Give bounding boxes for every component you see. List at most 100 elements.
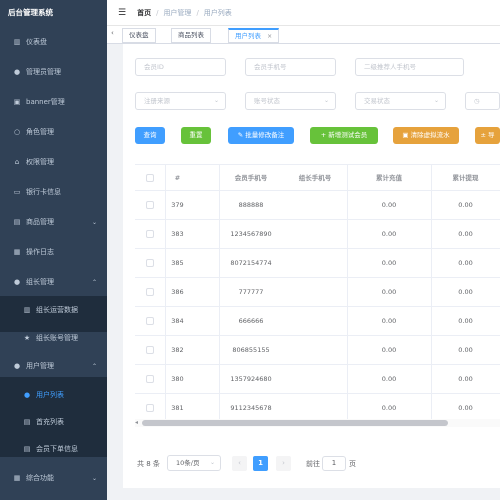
user-icon: ●: [13, 68, 21, 76]
cell-total-recharge: 0.00: [381, 230, 397, 238]
sidebar-item-member-orders[interactable]: ▤ 会员下单信息: [0, 440, 107, 458]
row-checkbox[interactable]: [146, 346, 154, 354]
date-range-picker[interactable]: ◷: [465, 92, 500, 110]
row-checkbox[interactable]: [146, 201, 154, 209]
table-row[interactable]: 386 777777 0.00 0.00: [135, 278, 500, 307]
table-row[interactable]: 383 1234567890 0.00 0.00: [135, 220, 500, 249]
sidebar-item-logs[interactable]: ▦ 操作日志: [0, 243, 107, 261]
hamburger-icon[interactable]: ☰: [118, 8, 126, 18]
sidebar-item-general[interactable]: ▦ 综合功能 ⌄: [0, 469, 107, 487]
sidebar-item-admins[interactable]: ● 管理员管理: [0, 63, 107, 81]
row-checkbox[interactable]: [146, 288, 154, 296]
cell-leader-phone: [283, 278, 347, 307]
cell-member-phone: 1234567890: [230, 230, 272, 238]
table-row[interactable]: 385 8072154774 0.00 0.00: [135, 249, 500, 278]
sidebar-item-label: 组长管理: [26, 278, 54, 286]
cell-total-withdraw: 0.00: [458, 375, 473, 383]
chevron-down-icon: ⌄: [433, 97, 439, 104]
page-number-current[interactable]: 1: [253, 456, 268, 471]
image-icon: ▣: [13, 98, 21, 106]
reset-button[interactable]: 重置: [181, 127, 211, 144]
export-button[interactable]: ± 导: [475, 127, 500, 144]
sidebar-item-first-recharge[interactable]: ▤ 首充列表: [0, 413, 107, 431]
sidebar-item-leader-accounts[interactable]: ★ 组长账号管理: [0, 329, 107, 347]
row-checkbox[interactable]: [146, 375, 154, 383]
button-label: 清除虚拟流水: [410, 131, 450, 139]
clear-virtual-flow-button[interactable]: ▣ 清除虚拟流水: [393, 127, 459, 144]
cell-total-withdraw: 0.00: [458, 317, 473, 325]
goods-icon: ▤: [13, 218, 21, 226]
sidebar-item-roles[interactable]: ○ 角色管理: [0, 123, 107, 141]
select-all-checkbox[interactable]: [146, 174, 154, 182]
column-header-leader-phone[interactable]: 组长手机号: [283, 165, 347, 191]
column-header-total-withdraw[interactable]: 累计提现: [431, 165, 500, 191]
tab-label: 用户列表: [235, 32, 261, 40]
breadcrumb-separator: /: [156, 8, 159, 17]
cell-leader-phone: [283, 365, 347, 394]
cell-member-phone: 888888: [238, 201, 264, 209]
page-size-select[interactable]: 10条/页 ⌄: [167, 455, 221, 471]
cell-total-withdraw: 0.00: [458, 230, 473, 238]
search-button[interactable]: 查询: [135, 127, 165, 144]
chevron-down-icon: ⌄: [209, 459, 215, 466]
table-row[interactable]: 380 1357924680 0.00 0.00: [135, 365, 500, 394]
register-source-select[interactable]: 注册来源 ⌄: [135, 92, 226, 110]
list-icon: ▤: [23, 445, 31, 453]
table-row[interactable]: 384 666666 0.00 0.00: [135, 307, 500, 336]
sidebar-item-dashboard[interactable]: ▥ 仪表盘: [0, 33, 107, 51]
close-icon[interactable]: ×: [267, 33, 272, 40]
batch-edit-remark-button[interactable]: ✎ 批量修改备注: [228, 127, 294, 144]
add-test-member-button[interactable]: + 新增测试会员: [310, 127, 378, 144]
cell-id: 382: [171, 346, 184, 354]
cell-member-phone: 806855155: [232, 346, 270, 354]
sidebar-item-leader-ops[interactable]: ▥ 组长运营数据: [0, 301, 107, 319]
sidebar-item-label: 综合功能: [26, 474, 54, 482]
row-checkbox[interactable]: [146, 404, 154, 412]
row-checkbox[interactable]: [146, 317, 154, 325]
trade-status-select[interactable]: 交易状态 ⌄: [355, 92, 446, 110]
member-id-input[interactable]: 会员ID: [135, 58, 226, 76]
tab-dashboard[interactable]: 仪表盘: [122, 28, 156, 43]
column-header-member-phone[interactable]: 会员手机号: [219, 165, 283, 191]
tab-user-list[interactable]: 用户列表 ×: [228, 28, 280, 43]
horizontal-scrollbar-thumb[interactable]: [142, 420, 448, 426]
account-status-select[interactable]: 账号状态 ⌄: [245, 92, 336, 110]
scroll-left-icon[interactable]: ◂: [135, 419, 138, 426]
pagination-total: 共 8 条: [137, 460, 160, 468]
member-phone-input[interactable]: 会员手机号: [245, 58, 336, 76]
goto-page-input[interactable]: 1: [322, 456, 346, 471]
column-header-index: #: [174, 174, 181, 182]
tab-goods-list[interactable]: 商品列表: [171, 28, 211, 43]
cell-leader-phone: [283, 307, 347, 336]
table-row[interactable]: 382 806855155 0.00 0.00: [135, 336, 500, 365]
chevron-down-icon: ⌄: [91, 218, 97, 226]
table-row[interactable]: 379 888888 0.00 0.00: [135, 191, 500, 220]
select-placeholder: 账号状态: [254, 97, 280, 105]
sidebar-item-users[interactable]: ● 用户管理 ⌃: [0, 357, 107, 375]
sidebar-item-permissions[interactable]: ⌂ 权限管理: [0, 153, 107, 171]
cell-id: 379: [171, 201, 184, 209]
next-page-button[interactable]: ›: [276, 456, 291, 471]
chevron-left-icon[interactable]: ‹: [111, 29, 114, 37]
cell-total-recharge: 0.00: [381, 288, 397, 296]
sidebar-item-banner[interactable]: ▣ banner管理: [0, 93, 107, 111]
cell-total-recharge: 0.00: [381, 201, 397, 209]
button-label: 新增测试会员: [328, 131, 368, 139]
referrer-phone-input[interactable]: 二级推荐人手机号: [355, 58, 464, 76]
bar-chart-icon: ▥: [23, 306, 31, 314]
column-header-total-recharge[interactable]: 累计充值: [347, 165, 431, 191]
sidebar-item-goods[interactable]: ▤ 商品管理 ⌄: [0, 213, 107, 231]
sidebar-item-label: 银行卡信息: [26, 188, 61, 196]
sidebar-item-bank-cards[interactable]: ▭ 银行卡信息: [0, 183, 107, 201]
sidebar-item-label: 组长账号管理: [36, 334, 78, 342]
sidebar-item-leaders[interactable]: ● 组长管理 ⌃: [0, 273, 107, 291]
button-label: 导: [488, 131, 495, 139]
prev-page-button[interactable]: ‹: [232, 456, 247, 471]
sidebar-item-user-list[interactable]: ● 用户列表: [0, 386, 107, 404]
button-label: 批量修改备注: [245, 131, 285, 139]
row-checkbox[interactable]: [146, 230, 154, 238]
row-checkbox[interactable]: [146, 259, 154, 267]
sidebar-item-label: 首充列表: [36, 418, 64, 426]
chevron-down-icon: ⌄: [323, 97, 329, 104]
breadcrumb-home[interactable]: 首页: [137, 8, 151, 18]
